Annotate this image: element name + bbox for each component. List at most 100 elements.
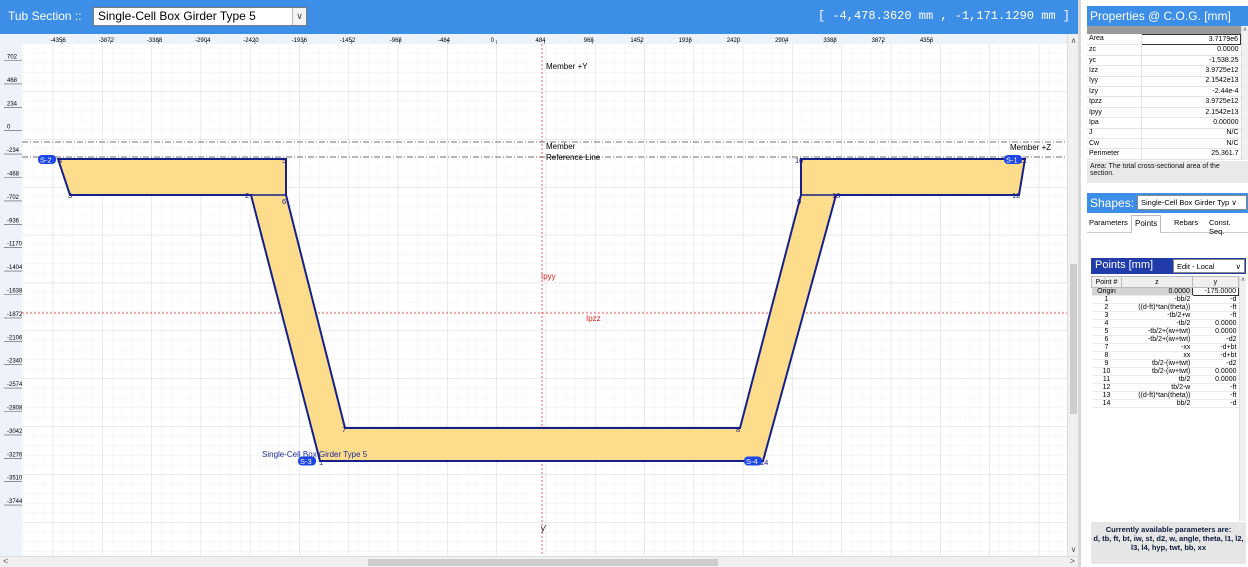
points-mode-select[interactable]: Edit - Local ∨ — [1173, 259, 1245, 273]
points-column-header[interactable]: Point # — [1091, 276, 1122, 288]
point-y[interactable]: -d2 — [1192, 359, 1239, 368]
property-row[interactable]: Ipyy 2.1542e13 — [1087, 107, 1241, 119]
point-y[interactable]: 0.0000 — [1192, 367, 1239, 376]
point-row[interactable]: 9 tb/2-(iw+twt) -d2 — [1091, 359, 1239, 368]
point-z[interactable]: -tb/2+(iw+twt) — [1121, 327, 1193, 336]
point-row[interactable]: 1 -bb/2 -d — [1091, 295, 1239, 304]
point-y[interactable]: 0.0000 — [1192, 327, 1239, 336]
property-row[interactable]: Iyy 2.1542e13 — [1087, 76, 1241, 88]
point-y[interactable]: -d2 — [1192, 335, 1239, 344]
drawing-canvas[interactable]: -4356 -3872 -3388 -2904 -2420 -1936 -1452 -968 -… — [0, 34, 1067, 556]
point-row[interactable]: 13 ((d-ft)*tan(theta)) -ft — [1091, 391, 1239, 400]
point-label-5[interactable]: 5 — [282, 156, 286, 165]
points-table[interactable]: Point # z y Origin 0.0000 -175.0000 1 -bb/2 -d 2(… — [1091, 276, 1240, 408]
point-z[interactable]: bb/2 — [1121, 399, 1193, 408]
points-scrollbar[interactable]: ∧ — [1239, 276, 1246, 521]
point-y[interactable]: -d — [1192, 399, 1239, 408]
chevron-down-icon[interactable]: ∨ — [292, 8, 306, 25]
property-row[interactable]: Perimeter 25,361.7 — [1087, 148, 1241, 160]
point-y[interactable]: -d+bt — [1192, 351, 1239, 360]
point-z[interactable]: tb/2-(iw+twt) — [1121, 359, 1193, 368]
point-row[interactable]: 2 ((d-ft)*tan(theta)) -ft — [1091, 303, 1239, 312]
horizontal-scroll-thumb[interactable] — [368, 559, 718, 566]
point-y[interactable]: -ft — [1192, 303, 1239, 312]
point-label-8[interactable]: 8 — [736, 425, 740, 434]
property-row[interactable]: J N/C — [1087, 128, 1241, 140]
property-row[interactable]: Ipa 0.00000 — [1087, 117, 1241, 129]
point-z[interactable]: tb/2-(iw+twt) — [1121, 367, 1193, 376]
point-z[interactable]: ((d-ft)*tan(theta)) — [1121, 303, 1193, 312]
chevron-down-icon[interactable]: ∨ — [1236, 262, 1242, 271]
property-row[interactable]: Area 3.7179e6 — [1087, 33, 1241, 46]
point-label-4[interactable]: 4 — [58, 156, 62, 165]
stress-point-s1-label: S-1 — [1006, 156, 1018, 165]
x-ruler-label: 3388 — [823, 38, 837, 44]
point-z[interactable]: tb/2-w — [1121, 383, 1193, 392]
point-z[interactable]: tb/2 — [1121, 375, 1193, 384]
section-type-select[interactable]: Single-Cell Box Girder Type 5 ∨ — [93, 7, 307, 26]
point-y[interactable]: -ft — [1192, 383, 1239, 392]
canvas-vertical-scrollbar[interactable]: ∧ ∨ — [1067, 34, 1078, 556]
point-y[interactable]: -ft — [1192, 391, 1239, 400]
point-row[interactable]: 4 -tb/2 0.0000 — [1091, 319, 1239, 328]
point-label-10[interactable]: 10 — [795, 156, 803, 165]
point-row[interactable]: 5 -tb/2+(iw+twt) 0.0000 — [1091, 327, 1239, 336]
point-row[interactable]: 12 tb/2-w -ft — [1091, 383, 1239, 392]
point-row[interactable]: 6 -tb/2+(iw+twt) -d2 — [1091, 335, 1239, 344]
point-z[interactable]: -xx — [1121, 343, 1193, 352]
point-label-6[interactable]: 6 — [282, 197, 286, 206]
point-label-7[interactable]: 7 — [342, 425, 346, 434]
properties-scrollbar[interactable]: ∧ — [1241, 26, 1248, 160]
point-y[interactable]: -d — [1192, 295, 1239, 304]
point-number: 5 — [1091, 327, 1122, 336]
points-column-header[interactable]: z — [1121, 276, 1193, 288]
vertical-scroll-thumb[interactable] — [1070, 264, 1077, 414]
point-z[interactable]: -tb/2+w — [1121, 311, 1193, 320]
property-row[interactable]: zc 0.0000 — [1087, 44, 1241, 56]
point-row[interactable]: 7 -xx -d+bt — [1091, 343, 1239, 352]
point-y[interactable]: 0.0000 — [1192, 319, 1239, 328]
scroll-right-icon[interactable]: > — [1070, 556, 1075, 566]
property-row[interactable]: Cw N/C — [1087, 138, 1241, 150]
point-z[interactable]: -tb/2 — [1121, 319, 1193, 328]
point-label-2[interactable]: 2 — [245, 191, 249, 200]
point-row[interactable]: 11 tb/2 0.0000 — [1091, 375, 1239, 384]
point-row[interactable]: 10 tb/2-(iw+twt) 0.0000 — [1091, 367, 1239, 376]
property-row[interactable]: Izy -2.44e-4 — [1087, 86, 1241, 98]
point-row[interactable]: 14 bb/2 -d — [1091, 399, 1239, 408]
shapes-select[interactable]: Single-Cell Box Girder Typ ∨ — [1137, 195, 1247, 210]
point-z[interactable]: 0.0000 — [1121, 287, 1193, 296]
point-y[interactable]: 0.0000 — [1192, 375, 1239, 384]
property-row[interactable]: Ipzz 3.9725e12 — [1087, 96, 1241, 108]
point-y[interactable]: -d+bt — [1192, 343, 1239, 352]
point-label-13[interactable]: 13 — [832, 191, 840, 200]
property-row[interactable]: yc -1,538.25 — [1087, 55, 1241, 67]
point-z[interactable]: ((d-ft)*tan(theta)) — [1121, 391, 1193, 400]
scroll-left-icon[interactable]: < — [3, 556, 8, 566]
property-value: 2.1542e13 — [1141, 107, 1241, 119]
property-name: zc — [1087, 44, 1142, 56]
point-y[interactable]: -175.0000 — [1191, 287, 1240, 296]
chevron-down-icon[interactable]: ∨ — [1231, 198, 1237, 207]
tab-const-seq[interactable]: Const. Seq. — [1209, 218, 1248, 236]
section-drawing[interactable]: -4356 -3872 -3388 -2904 -2420 -1936 -1452 -968 -… — [0, 34, 1067, 556]
point-z[interactable]: -bb/2 — [1121, 295, 1193, 304]
property-value: 25,361.7 — [1141, 148, 1241, 160]
point-row[interactable]: Origin 0.0000 -175.0000 — [1091, 287, 1240, 296]
point-row[interactable]: 3 -tb/2+w -ft — [1091, 311, 1239, 320]
tab-points[interactable]: Points — [1131, 215, 1162, 233]
tab-rebars[interactable]: Rebars — [1174, 218, 1198, 227]
point-row[interactable]: 8 xx -d+bt — [1091, 351, 1239, 360]
tab-parameters[interactable]: Parameters — [1089, 218, 1128, 227]
point-z[interactable]: xx — [1121, 351, 1193, 360]
point-z[interactable]: -tb/2+(iw+twt) — [1121, 335, 1193, 344]
point-label-1[interactable]: 1 — [319, 458, 323, 467]
point-label-12[interactable]: 12 — [1012, 191, 1020, 200]
point-y[interactable]: -ft — [1192, 311, 1239, 320]
property-row[interactable]: Izz 3.9725e12 — [1087, 65, 1241, 77]
point-label-3[interactable]: 3 — [68, 191, 72, 200]
canvas-horizontal-scrollbar[interactable]: < > — [0, 556, 1078, 567]
points-column-header[interactable]: y — [1191, 276, 1240, 288]
cursor-coordinates: [ -4,478.3620 mm , -1,171.1290 mm ] — [817, 9, 1070, 23]
point-label-9[interactable]: 9 — [797, 197, 801, 206]
